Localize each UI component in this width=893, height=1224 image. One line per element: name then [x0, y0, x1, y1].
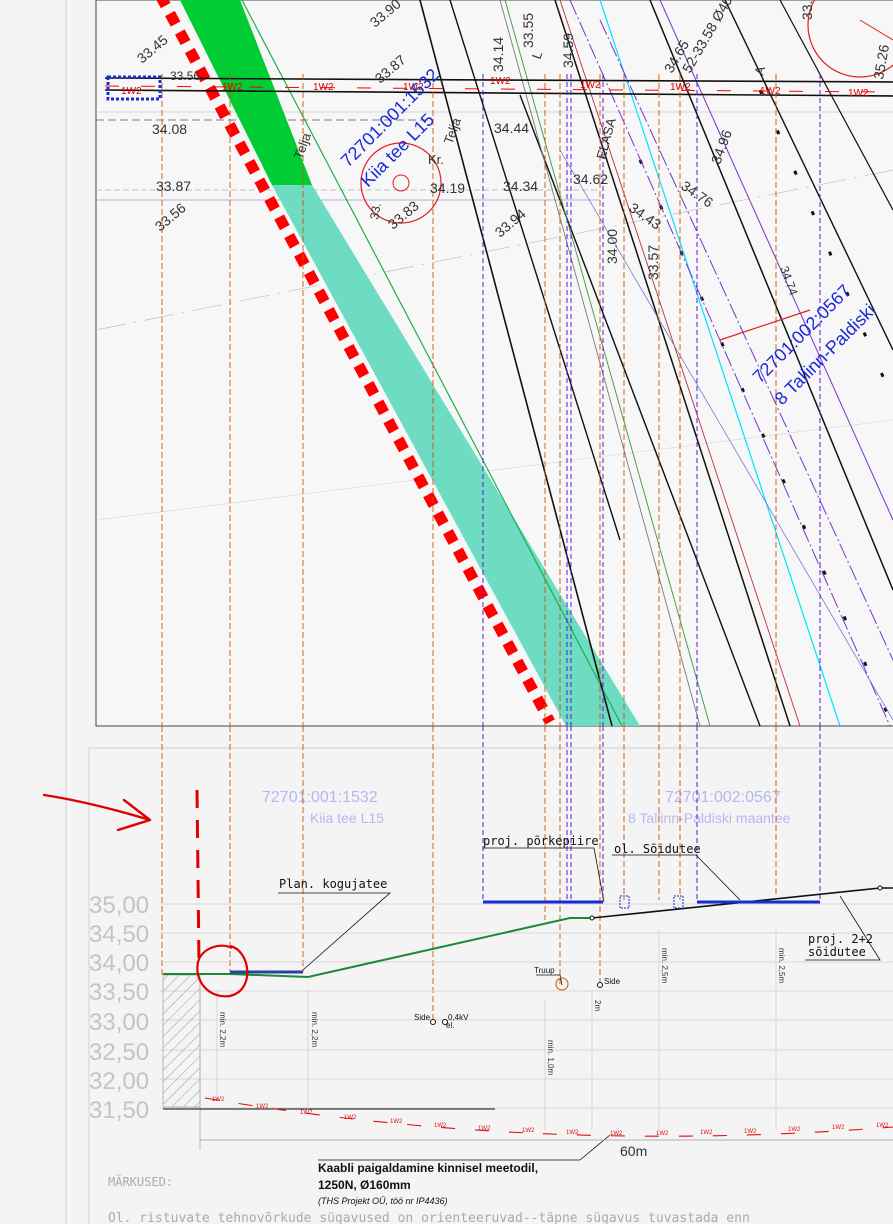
- scale-label: 33,00: [89, 1009, 149, 1036]
- elev-label: 34.44: [494, 120, 529, 136]
- plan-wire-label: 1W2: [670, 82, 691, 93]
- section-wire-label: 1W2: [788, 1127, 801, 1133]
- section-wire-label: 1W2: [344, 1115, 357, 1121]
- section-wire-label: 1W2: [390, 1119, 403, 1125]
- plan-wire-label: 1W2: [121, 86, 142, 97]
- depth-label: min. 2,2m: [310, 1012, 319, 1047]
- elev-label: 33.57: [645, 245, 661, 280]
- scale-label: 32,50: [89, 1039, 149, 1066]
- section-wire-label: 1W2: [300, 1110, 313, 1116]
- section-wire-label: 1W2: [212, 1097, 225, 1103]
- label-ol-soidutee: ol. Sõidutee: [614, 842, 701, 856]
- elev-label: 33.: [799, 1, 815, 20]
- elev-label: 34.19: [430, 180, 465, 196]
- scale-label: 33,50: [89, 979, 149, 1006]
- plan-wire-label: 1W2: [313, 82, 334, 93]
- label-proj-soidutee-2: sõidutee: [808, 945, 866, 959]
- elev-label: 34.14: [490, 37, 506, 72]
- section-wire-label: 1W2: [832, 1125, 845, 1131]
- label-plan-kogujatee: Plan. kogujatee: [279, 877, 387, 891]
- depth-label: min. 2,5m: [660, 948, 669, 983]
- dimension-60m: 60m: [620, 1143, 647, 1159]
- section-parcel-2-name: 8 Tallinn-Paldiski maantee: [628, 810, 791, 826]
- label-proj-porkepiire: proj. põrkepiire: [483, 834, 599, 848]
- callout-line-3: (THS Projekt OÜ, töö nr IP4436): [318, 1196, 448, 1206]
- notes-line: Ol. ristuvate tehnovõrkude sügavused on …: [108, 1211, 750, 1224]
- elev-label: 33.56: [170, 69, 200, 83]
- elev-label: 33.87: [156, 178, 191, 194]
- scale-label: 35,00: [89, 892, 149, 919]
- plan-label-kr: Kr.: [428, 152, 444, 167]
- elev-label: 33.55: [520, 13, 536, 48]
- section-wire-label: 1W2: [700, 1130, 713, 1136]
- plan-wire-label: 1W2: [760, 86, 781, 97]
- cad-drawing: 1W2 1W2 1W2 1W2 1W2 1W2 1W2 1W2 1W2 33.4…: [0, 0, 893, 1224]
- section-wire-label: 1W2: [478, 1126, 491, 1132]
- notes-title: MÄRKUSED:: [108, 1174, 173, 1189]
- depth-label: min. 2,5m: [777, 948, 786, 983]
- label-side-1: Side: [604, 977, 621, 986]
- scale-label: 34,50: [89, 921, 149, 948]
- callout-line-1: Kaabli paigaldamine kinnisel meetodil,: [318, 1161, 538, 1175]
- section-wire-label: 1W2: [656, 1131, 669, 1137]
- scale-label: 32,00: [89, 1068, 149, 1095]
- elev-label: 34.00: [604, 229, 620, 264]
- section-wire-label: 1W2: [256, 1104, 269, 1110]
- label-proj-soidutee-1: proj. 2+2: [808, 932, 873, 946]
- elev-label: 34.59: [560, 33, 576, 68]
- depth-label: min. 1,0m: [546, 1040, 555, 1075]
- section-wire-label: 1W2: [876, 1123, 889, 1129]
- section-wire-label: 1W2: [744, 1129, 757, 1135]
- section-parcel-1-name: Kiia tee L15: [310, 810, 384, 826]
- section-wire-label: 1W2: [434, 1123, 447, 1129]
- plan-wire-label: 1W2: [222, 82, 243, 93]
- hatched-soil: [162, 974, 201, 1108]
- plan-wire-label: 1W2: [490, 76, 511, 87]
- depth-label: 2m: [593, 1000, 602, 1011]
- scale-label: 31,50: [89, 1097, 149, 1124]
- section-wire-label: 1W2: [522, 1128, 535, 1134]
- plan-wire-label: 1W2: [580, 80, 601, 91]
- label-truup: Truup: [534, 966, 555, 975]
- section-wire-label: 1W2: [610, 1131, 623, 1137]
- elev-label: 34.62: [573, 171, 608, 187]
- section-wire-label: 1W2: [566, 1130, 579, 1136]
- elev-label: 34.34: [503, 178, 538, 194]
- callout-line-2: 1250N, Ø160mm: [318, 1178, 411, 1192]
- label-side-2: Side: [414, 1013, 431, 1022]
- section-parcel-1-id: 72701:001:1532: [262, 789, 378, 806]
- section-parcel-2-id: 72701:002:0567: [665, 789, 781, 806]
- elev-label: 34.08: [152, 121, 187, 137]
- depth-label: min. 2,2m: [218, 1012, 227, 1047]
- scale-label: 34,00: [89, 950, 149, 977]
- plan-label-x33: 33.: [367, 202, 384, 221]
- plan-wire-label: 1W2: [848, 88, 869, 99]
